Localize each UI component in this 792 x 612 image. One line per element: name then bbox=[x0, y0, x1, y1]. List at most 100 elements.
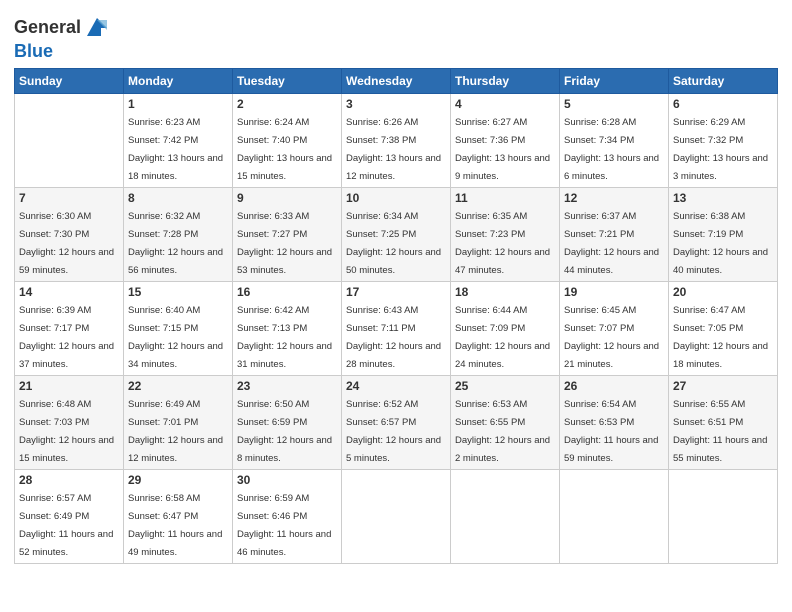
day-number: 4 bbox=[455, 97, 555, 111]
day-info: Sunrise: 6:59 AMSunset: 6:46 PMDaylight:… bbox=[237, 493, 331, 558]
day-info: Sunrise: 6:34 AMSunset: 7:25 PMDaylight:… bbox=[346, 211, 441, 276]
day-cell: 25Sunrise: 6:53 AMSunset: 6:55 PMDayligh… bbox=[451, 376, 560, 470]
day-number: 14 bbox=[19, 285, 119, 299]
day-cell: 18 Sunrise: 6:44 AMSunset: 7:09 PMDayligh… bbox=[451, 282, 560, 376]
day-info: Sunrise: 6:49 AMSunset: 7:01 PMDaylight:… bbox=[128, 399, 223, 464]
col-header-friday: Friday bbox=[560, 69, 669, 94]
week-row-3: 14Sunrise: 6:39 AMSunset: 7:17 PMDayligh… bbox=[15, 282, 778, 376]
day-info: Sunrise: 6:23 AMSunset: 7:42 PMDaylight:… bbox=[128, 117, 223, 182]
day-cell: 23 Sunrise: 6:50 AMSunset: 6:59 PMDayligh… bbox=[233, 376, 342, 470]
day-cell: 7 Sunrise: 6:30 AMSunset: 7:30 PMDaylight… bbox=[15, 188, 124, 282]
day-info: Sunrise: 6:42 AMSunset: 7:13 PMDaylight:… bbox=[237, 305, 332, 370]
day-number: 6 bbox=[673, 97, 773, 111]
day-number: 28 bbox=[19, 473, 119, 487]
day-info: Sunrise: 6:24 AMSunset: 7:40 PMDaylight:… bbox=[237, 117, 332, 182]
day-cell: 8 Sunrise: 6:32 AMSunset: 7:28 PMDaylight… bbox=[124, 188, 233, 282]
day-number: 18 bbox=[455, 285, 555, 299]
day-number: 15 bbox=[128, 285, 228, 299]
day-info: Sunrise: 6:50 AMSunset: 6:59 PMDaylight:… bbox=[237, 399, 332, 464]
day-number: 27 bbox=[673, 379, 773, 393]
day-cell: 21 Sunrise: 6:48 AMSunset: 7:03 PMDayligh… bbox=[15, 376, 124, 470]
day-cell: 14Sunrise: 6:39 AMSunset: 7:17 PMDayligh… bbox=[15, 282, 124, 376]
day-number: 10 bbox=[346, 191, 446, 205]
day-cell: 2 Sunrise: 6:24 AMSunset: 7:40 PMDaylight… bbox=[233, 94, 342, 188]
day-info: Sunrise: 6:28 AMSunset: 7:34 PMDaylight:… bbox=[564, 117, 659, 182]
day-cell: 29Sunrise: 6:58 AMSunset: 6:47 PMDayligh… bbox=[124, 470, 233, 564]
day-info: Sunrise: 6:58 AMSunset: 6:47 PMDaylight:… bbox=[128, 493, 222, 558]
day-number: 19 bbox=[564, 285, 664, 299]
day-info: Sunrise: 6:55 AMSunset: 6:51 PMDaylight:… bbox=[673, 399, 767, 464]
page-header: General Blue bbox=[14, 10, 778, 62]
day-info: Sunrise: 6:48 AMSunset: 7:03 PMDaylight:… bbox=[19, 399, 114, 464]
day-number: 26 bbox=[564, 379, 664, 393]
day-number: 23 bbox=[237, 379, 337, 393]
day-cell bbox=[15, 94, 124, 188]
day-cell: 5Sunrise: 6:28 AMSunset: 7:34 PMDaylight… bbox=[560, 94, 669, 188]
day-info: Sunrise: 6:38 AMSunset: 7:19 PMDaylight:… bbox=[673, 211, 768, 276]
day-info: Sunrise: 6:29 AMSunset: 7:32 PMDaylight:… bbox=[673, 117, 768, 182]
day-cell: 19 Sunrise: 6:45 AMSunset: 7:07 PMDayligh… bbox=[560, 282, 669, 376]
day-info: Sunrise: 6:37 AMSunset: 7:21 PMDaylight:… bbox=[564, 211, 659, 276]
day-number: 20 bbox=[673, 285, 773, 299]
day-cell: 15Sunrise: 6:40 AMSunset: 7:15 PMDayligh… bbox=[124, 282, 233, 376]
day-number: 22 bbox=[128, 379, 228, 393]
logo-icon bbox=[83, 14, 111, 42]
day-cell: 12 Sunrise: 6:37 AMSunset: 7:21 PMDayligh… bbox=[560, 188, 669, 282]
calendar-table: SundayMondayTuesdayWednesdayThursdayFrid… bbox=[14, 68, 778, 564]
day-number: 16 bbox=[237, 285, 337, 299]
day-number: 13 bbox=[673, 191, 773, 205]
day-info: Sunrise: 6:54 AMSunset: 6:53 PMDaylight:… bbox=[564, 399, 658, 464]
day-cell: 17Sunrise: 6:43 AMSunset: 7:11 PMDayligh… bbox=[342, 282, 451, 376]
day-cell: 9 Sunrise: 6:33 AMSunset: 7:27 PMDaylight… bbox=[233, 188, 342, 282]
day-cell: 4 Sunrise: 6:27 AMSunset: 7:36 PMDaylight… bbox=[451, 94, 560, 188]
day-info: Sunrise: 6:47 AMSunset: 7:05 PMDaylight:… bbox=[673, 305, 768, 370]
day-cell: 1Sunrise: 6:23 AMSunset: 7:42 PMDaylight… bbox=[124, 94, 233, 188]
day-info: Sunrise: 6:26 AMSunset: 7:38 PMDaylight:… bbox=[346, 117, 441, 182]
col-header-tuesday: Tuesday bbox=[233, 69, 342, 94]
day-info: Sunrise: 6:52 AMSunset: 6:57 PMDaylight:… bbox=[346, 399, 441, 464]
day-cell: 16 Sunrise: 6:42 AMSunset: 7:13 PMDayligh… bbox=[233, 282, 342, 376]
logo-text-blue: Blue bbox=[14, 41, 53, 61]
col-header-saturday: Saturday bbox=[669, 69, 778, 94]
day-number: 3 bbox=[346, 97, 446, 111]
week-row-4: 21 Sunrise: 6:48 AMSunset: 7:03 PMDayligh… bbox=[15, 376, 778, 470]
day-number: 8 bbox=[128, 191, 228, 205]
day-number: 30 bbox=[237, 473, 337, 487]
day-cell: 20 Sunrise: 6:47 AMSunset: 7:05 PMDayligh… bbox=[669, 282, 778, 376]
day-cell: 11 Sunrise: 6:35 AMSunset: 7:23 PMDayligh… bbox=[451, 188, 560, 282]
day-info: Sunrise: 6:44 AMSunset: 7:09 PMDaylight:… bbox=[455, 305, 550, 370]
week-row-2: 7 Sunrise: 6:30 AMSunset: 7:30 PMDaylight… bbox=[15, 188, 778, 282]
logo: General Blue bbox=[14, 14, 111, 62]
day-info: Sunrise: 6:45 AMSunset: 7:07 PMDaylight:… bbox=[564, 305, 659, 370]
day-cell: 13 Sunrise: 6:38 AMSunset: 7:19 PMDayligh… bbox=[669, 188, 778, 282]
day-number: 24 bbox=[346, 379, 446, 393]
day-cell: 10 Sunrise: 6:34 AMSunset: 7:25 PMDayligh… bbox=[342, 188, 451, 282]
day-number: 11 bbox=[455, 191, 555, 205]
logo-text-general: General bbox=[14, 18, 81, 38]
week-row-1: 1Sunrise: 6:23 AMSunset: 7:42 PMDaylight… bbox=[15, 94, 778, 188]
col-header-wednesday: Wednesday bbox=[342, 69, 451, 94]
day-number: 2 bbox=[237, 97, 337, 111]
day-cell: 26 Sunrise: 6:54 AMSunset: 6:53 PMDayligh… bbox=[560, 376, 669, 470]
day-info: Sunrise: 6:32 AMSunset: 7:28 PMDaylight:… bbox=[128, 211, 223, 276]
day-number: 21 bbox=[19, 379, 119, 393]
day-info: Sunrise: 6:33 AMSunset: 7:27 PMDaylight:… bbox=[237, 211, 332, 276]
day-cell: 22 Sunrise: 6:49 AMSunset: 7:01 PMDayligh… bbox=[124, 376, 233, 470]
day-cell bbox=[451, 470, 560, 564]
day-info: Sunrise: 6:57 AMSunset: 6:49 PMDaylight:… bbox=[19, 493, 113, 558]
day-number: 9 bbox=[237, 191, 337, 205]
day-info: Sunrise: 6:27 AMSunset: 7:36 PMDaylight:… bbox=[455, 117, 550, 182]
day-info: Sunrise: 6:53 AMSunset: 6:55 PMDaylight:… bbox=[455, 399, 550, 464]
day-cell: 3 Sunrise: 6:26 AMSunset: 7:38 PMDaylight… bbox=[342, 94, 451, 188]
day-cell bbox=[342, 470, 451, 564]
day-number: 12 bbox=[564, 191, 664, 205]
day-info: Sunrise: 6:30 AMSunset: 7:30 PMDaylight:… bbox=[19, 211, 114, 276]
day-info: Sunrise: 6:35 AMSunset: 7:23 PMDaylight:… bbox=[455, 211, 550, 276]
day-cell: 30 Sunrise: 6:59 AMSunset: 6:46 PMDayligh… bbox=[233, 470, 342, 564]
day-cell: 24 Sunrise: 6:52 AMSunset: 6:57 PMDayligh… bbox=[342, 376, 451, 470]
day-number: 7 bbox=[19, 191, 119, 205]
calendar-header-row: SundayMondayTuesdayWednesdayThursdayFrid… bbox=[15, 69, 778, 94]
col-header-sunday: Sunday bbox=[15, 69, 124, 94]
day-cell bbox=[560, 470, 669, 564]
day-cell: 6 Sunrise: 6:29 AMSunset: 7:32 PMDaylight… bbox=[669, 94, 778, 188]
